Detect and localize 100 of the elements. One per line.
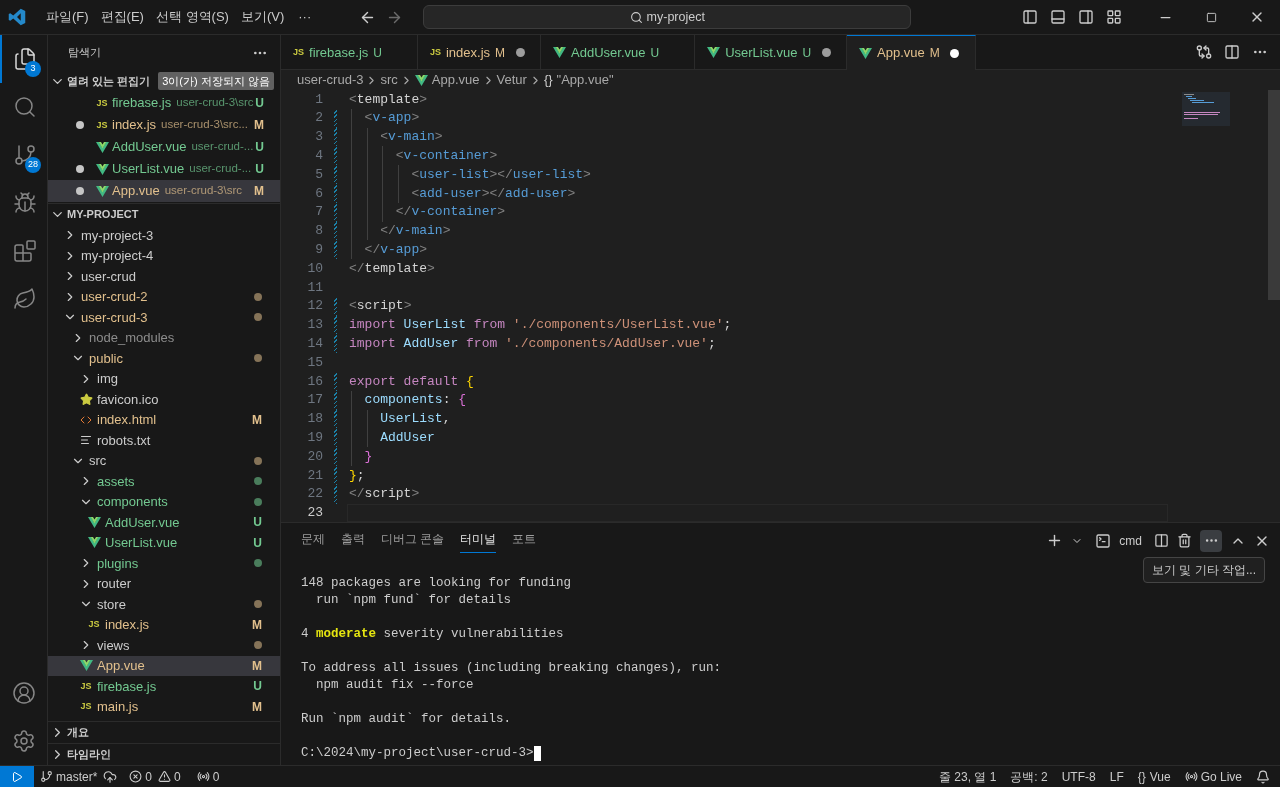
terminal-line: npm audit fix --force: [315, 677, 475, 694]
tree-item[interactable]: user-crud: [48, 266, 280, 287]
trash-icon[interactable]: [1177, 533, 1192, 548]
remote-button[interactable]: [0, 766, 34, 787]
tree-item[interactable]: App.vue M: [48, 655, 280, 676]
git-status: M: [254, 183, 264, 200]
git-status: M: [252, 411, 262, 429]
split-terminal-icon[interactable]: [1154, 533, 1169, 548]
tree-item[interactable]: store: [48, 594, 280, 615]
tree-item[interactable]: JS main.js M: [48, 696, 280, 717]
tree-item[interactable]: my-project-4: [48, 245, 280, 266]
vue-icon: [414, 74, 428, 86]
star-icon: [79, 392, 93, 406]
cursor-position[interactable]: 줄 23, 열 1: [939, 767, 997, 786]
encoding[interactable]: UTF-8: [1061, 767, 1096, 786]
ports-item[interactable]: 0: [196, 767, 220, 786]
tree-item[interactable]: user-crud-2: [48, 286, 280, 307]
toggle-sidebar-icon[interactable]: [1022, 9, 1038, 25]
tree-item[interactable]: node_modules: [48, 327, 280, 348]
tree-item[interactable]: assets: [48, 471, 280, 492]
more-actions-button[interactable]: [1200, 529, 1222, 552]
tree-item[interactable]: user-crud-3: [48, 307, 280, 328]
editor-tab[interactable]: JS firebase.js U: [281, 35, 418, 70]
tree-label: public: [89, 349, 123, 368]
open-editor-item[interactable]: JS firebase.js user-crud-3\src U: [48, 92, 280, 114]
open-editor-item[interactable]: JS index.js user-crud-3\src... M: [48, 114, 280, 136]
notifications-icon[interactable]: [1256, 769, 1270, 784]
editor-tab[interactable]: AddUser.vue U: [541, 35, 696, 70]
error-icon: [129, 770, 143, 783]
toggle-secondary-sidebar-icon[interactable]: [1078, 9, 1094, 25]
language-mode[interactable]: {} Vue: [1137, 767, 1171, 786]
tree-item[interactable]: my-project-3: [48, 225, 280, 246]
tree-item[interactable]: favicon.ico: [48, 389, 280, 410]
breadcrumb[interactable]: src: [380, 70, 398, 90]
sync-icon[interactable]: [103, 769, 118, 784]
toggle-panel-icon[interactable]: [1050, 9, 1066, 25]
end-of-line[interactable]: LF: [1109, 767, 1124, 786]
count-badge: 3: [25, 61, 41, 77]
tree-item[interactable]: router: [48, 573, 280, 594]
tree-label: index.js: [105, 616, 150, 634]
split-editor-icon[interactable]: [1224, 44, 1240, 60]
tree-item[interactable]: public: [48, 348, 280, 369]
section-header[interactable]: MY-PROJECT: [48, 203, 280, 225]
breadcrumb[interactable]: {} "App.vue": [543, 70, 614, 90]
open-editor-item[interactable]: AddUser.vue user-crud-...U: [48, 136, 280, 158]
tree-item[interactable]: JS index.js M: [48, 614, 280, 635]
tree-label: UserList.vue: [105, 534, 178, 552]
line-number: 15: [306, 353, 323, 372]
branch-item[interactable]: master*: [40, 767, 98, 786]
breadcrumb[interactable]: App.vue: [414, 70, 480, 90]
breadcrumb[interactable]: Vetur: [496, 70, 527, 90]
tree-item[interactable]: UserList.vue U: [48, 532, 280, 553]
go-live-button[interactable]: Go Live: [1184, 767, 1242, 786]
tree-item[interactable]: AddUser.vue U: [48, 512, 280, 533]
panel-tab[interactable]: 출력: [341, 528, 365, 553]
panel-tab[interactable]: 디버그 콘솔: [381, 528, 445, 553]
search-field[interactable]: my-project: [423, 5, 912, 29]
git-status: M: [929, 45, 940, 62]
editor-tab[interactable]: App.vue M: [847, 35, 976, 70]
vue-icon: [87, 537, 101, 549]
git-status: U: [255, 161, 264, 178]
section-header[interactable]: 열려 있는 편집기 3이(가) 저장되지 않음: [48, 70, 280, 92]
code-line: <v-container>: [394, 147, 498, 166]
menu-item[interactable]: 편집(E): [94, 5, 150, 29]
open-editor-item[interactable]: UserList.vue user-crud-... U: [48, 158, 280, 180]
tree-item[interactable]: JS firebase.js U: [48, 676, 280, 697]
file-path: user-crud-3\src: [176, 95, 254, 111]
terminal-name[interactable]: cmd: [1119, 531, 1142, 550]
layout-icon[interactable]: [1106, 9, 1122, 25]
problems-item[interactable]: 0 0: [129, 767, 181, 786]
menu-item[interactable]: 보기(V): [234, 5, 291, 29]
antenna-icon: [196, 770, 210, 783]
section-header[interactable]: 개요: [48, 721, 280, 743]
tree-label: router: [97, 575, 131, 593]
compare-changes-icon[interactable]: [1196, 44, 1212, 60]
editor-tab[interactable]: JS index.js M: [417, 35, 542, 70]
tree-item[interactable]: plugins: [48, 553, 280, 574]
antenna-icon: [1184, 770, 1198, 783]
breadcrumb[interactable]: user-crud-3: [297, 70, 364, 90]
panel-tab[interactable]: 포트: [512, 528, 537, 553]
panel-tab[interactable]: 터미널: [460, 528, 497, 553]
tree-item[interactable]: index.html M: [48, 409, 280, 430]
vue-icon: [859, 47, 873, 59]
maximize-icon[interactable]: [1205, 11, 1217, 23]
panel-tab[interactable]: 문제: [301, 528, 325, 553]
tree-item[interactable]: robots.txt: [48, 430, 280, 451]
tree-item[interactable]: img: [48, 368, 280, 389]
open-editor-item[interactable]: App.vue user-crud-3\src M: [48, 180, 280, 202]
scrollbar-thumb[interactable]: [1268, 90, 1280, 300]
menu-item[interactable]: 파일(F): [40, 5, 95, 29]
tree-item[interactable]: views: [48, 635, 280, 656]
indentation[interactable]: 공백: 2: [1010, 767, 1048, 786]
activity-item[interactable]: 28: [0, 131, 47, 179]
file-path: user-crud-...: [189, 161, 252, 177]
tree-item[interactable]: components: [48, 491, 280, 512]
tree-item[interactable]: src: [48, 450, 280, 471]
tree-label: favicon.ico: [97, 390, 159, 409]
menu-item[interactable]: 선택 영역(S): [149, 5, 235, 29]
more-menu[interactable]: ···: [290, 7, 320, 27]
code-line: <v-app>: [363, 109, 420, 128]
